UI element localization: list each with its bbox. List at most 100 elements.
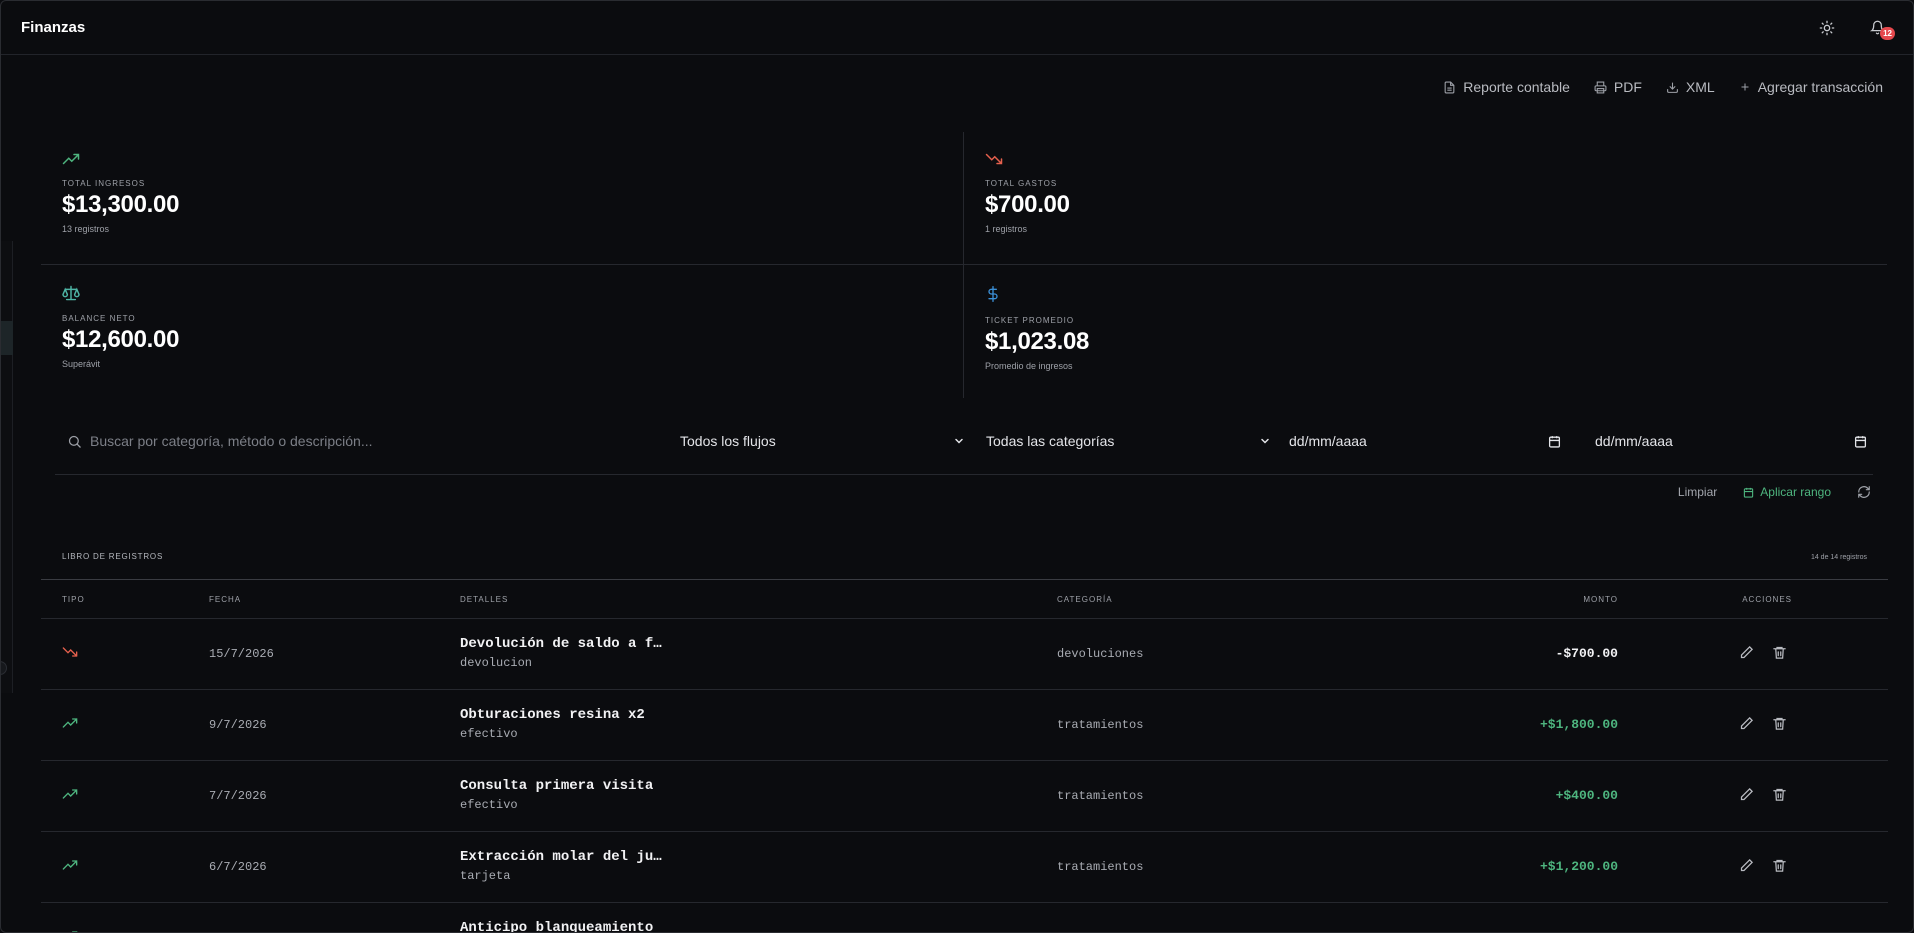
flow-select-value: Todos los flujos — [680, 433, 776, 449]
stat-sub: Promedio de ingresos — [985, 361, 1073, 371]
ledger-table: TIPO FECHA DETALLES CATEGORÍA MONTO ACCI… — [41, 579, 1888, 933]
row-amount: +$1,200.00 — [1539, 859, 1618, 874]
notifications-badge: 12 — [1880, 26, 1895, 40]
row-title: Anticipo blanqueamiento — [460, 920, 654, 933]
scale-icon — [62, 285, 80, 301]
ledger-count: 14 de 14 registros — [1810, 554, 1867, 561]
row-method: devolucion — [460, 656, 533, 670]
col-details: DETALLES — [460, 595, 509, 604]
row-category: tratamientos — [1057, 789, 1144, 803]
stat-sub: 1 registros — [985, 224, 1028, 234]
table-row[interactable]: 15/7/2026 Devolución de saldo a f… devol… — [41, 619, 1888, 690]
date-to-placeholder: dd/mm/aaaa — [1595, 433, 1673, 449]
row-title: Extracción molar del ju… — [460, 849, 662, 865]
rail-handle[interactable] — [1, 661, 7, 675]
search-icon — [68, 435, 81, 448]
col-type: TIPO — [62, 595, 85, 604]
trash-icon[interactable] — [1772, 645, 1787, 660]
stat-value: $13,300.00 — [62, 191, 180, 218]
rail-active-indicator — [1, 321, 13, 355]
edit-pencil-icon[interactable] — [1739, 787, 1754, 802]
add-transaction-button[interactable]: Agregar transacción — [1739, 79, 1883, 95]
clear-button[interactable]: Limpiar — [1678, 485, 1717, 499]
row-method: efectivo — [460, 727, 518, 741]
refresh-icon[interactable] — [1857, 485, 1871, 499]
category-select[interactable]: Todas las categorías — [986, 433, 1271, 449]
stat-label: TOTAL GASTOS — [985, 179, 1058, 188]
accounting-report-label: Reporte contable — [1463, 79, 1570, 95]
row-details: Obturaciones resina x2 efectivo — [460, 707, 645, 741]
row-amount: +$1,800.00 — [1539, 717, 1618, 732]
dollar-icon — [988, 286, 998, 302]
stat-sub: 13 registros — [62, 224, 110, 234]
edit-pencil-icon[interactable] — [1739, 645, 1754, 660]
row-date: 15/7/2026 — [209, 647, 274, 661]
pdf-button[interactable]: PDF — [1594, 79, 1642, 95]
chevron-down-icon — [955, 438, 963, 444]
document-icon — [1444, 81, 1455, 93]
search-input[interactable] — [90, 433, 610, 449]
row-category: tratamientos — [1057, 860, 1144, 874]
row-amount: +$400.00 — [1555, 788, 1618, 803]
toolbar-actions: Reporte contable PDF XML Agregar transac… — [1443, 79, 1883, 95]
table-row[interactable]: 6/7/2026 Extracción molar del ju… tarjet… — [41, 832, 1888, 903]
ledger-title: LIBRO DE REGISTROS — [62, 552, 164, 561]
stat-net-balance: BALANCE NETO $12,600.00 Superávit — [41, 265, 964, 398]
table-header: TIPO FECHA DETALLES CATEGORÍA MONTO ACCI… — [41, 580, 1888, 619]
row-amount: -$700.00 — [1555, 646, 1618, 661]
printer-icon — [1594, 81, 1607, 93]
add-transaction-label: Agregar transacción — [1757, 79, 1883, 95]
table-row[interactable]: 7/7/2026 Consulta primera visita efectiv… — [41, 761, 1888, 832]
edit-pencil-icon[interactable] — [1739, 858, 1754, 873]
trend-down-icon — [985, 153, 1003, 165]
flow-select[interactable]: Todos los flujos — [680, 433, 965, 449]
stat-sub: Superávit — [62, 359, 101, 369]
table-row[interactable]: 9/7/2026 Obturaciones resina x2 efectivo… — [41, 690, 1888, 761]
stat-label: TOTAL INGRESOS — [62, 179, 146, 188]
trend-up-icon — [62, 858, 78, 876]
row-date: 7/7/2026 — [209, 789, 267, 803]
notifications-bell-icon[interactable]: 12 — [1867, 18, 1895, 40]
trend-down-icon — [62, 645, 78, 663]
pdf-label: PDF — [1613, 79, 1642, 95]
date-from-input[interactable]: dd/mm/aaaa — [1289, 433, 1561, 449]
xml-label: XML — [1685, 79, 1715, 95]
col-amount: MONTO — [1583, 595, 1618, 604]
row-method: tarjeta — [460, 869, 511, 883]
row-title: Consulta primera visita — [460, 778, 654, 794]
row-actions — [1739, 645, 1787, 660]
calendar-icon — [1854, 435, 1867, 448]
apply-range-label: Aplicar rango — [1760, 485, 1831, 499]
theme-toggle-sun-icon[interactable] — [1817, 18, 1837, 38]
col-category: CATEGORÍA — [1057, 595, 1113, 604]
xml-button[interactable]: XML — [1666, 79, 1715, 95]
row-actions — [1739, 787, 1787, 802]
stat-total-expenses: TOTAL GASTOS $700.00 1 registros — [964, 132, 1887, 265]
trash-icon[interactable] — [1772, 716, 1787, 731]
row-date: 9/7/2026 — [209, 718, 267, 732]
stat-value: $700.00 — [985, 191, 1070, 218]
app-window: Finanzas 12 Reporte contable PDF XML Agr… — [0, 0, 1914, 933]
stat-label: BALANCE NETO — [62, 314, 136, 323]
row-date: 6/7/2026 — [209, 860, 267, 874]
date-from-placeholder: dd/mm/aaaa — [1289, 433, 1367, 449]
edit-pencil-icon[interactable] — [1739, 716, 1754, 731]
trash-icon[interactable] — [1772, 787, 1787, 802]
date-to-input[interactable]: dd/mm/aaaa — [1595, 433, 1867, 449]
trash-icon[interactable] — [1772, 858, 1787, 873]
apply-range-button[interactable]: Aplicar rango — [1743, 485, 1831, 499]
row-actions — [1739, 858, 1787, 873]
stat-label: TICKET PROMEDIO — [985, 316, 1075, 325]
table-row[interactable]: Anticipo blanqueamiento — [41, 903, 1888, 933]
row-title: Devolución de saldo a f… — [460, 636, 662, 652]
row-category: devoluciones — [1057, 647, 1144, 661]
calendar-icon — [1744, 487, 1754, 498]
trend-up-icon — [62, 716, 78, 734]
page-title: Finanzas — [21, 19, 86, 36]
filters-bar: Todos los flujos Todas las categorías dd… — [55, 421, 1873, 475]
left-rail — [1, 241, 13, 693]
stat-total-income: TOTAL INGRESOS $13,300.00 13 registros — [41, 132, 964, 265]
chevron-down-icon — [1261, 438, 1269, 444]
accounting-report-button[interactable]: Reporte contable — [1443, 79, 1570, 95]
stats-grid: TOTAL INGRESOS $13,300.00 13 registros T… — [41, 132, 1888, 398]
